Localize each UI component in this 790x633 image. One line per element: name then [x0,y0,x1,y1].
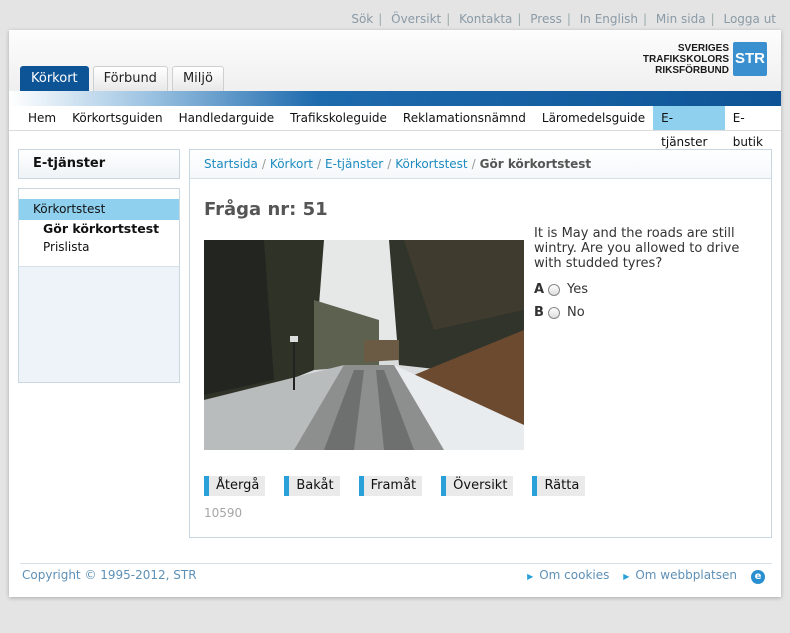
utility-link-search[interactable]: Sök [351,12,373,26]
breadcrumb-separator: / [261,157,266,171]
section-tabs: Körkort Förbund Miljö [20,66,228,91]
sidebar-item-gor-korkortstest[interactable]: Gör körkortstest [19,220,179,238]
question-code: 10590 [204,506,243,520]
str-logo[interactable]: SVERIGES TRAFIKSKOLORS RIKSFÖRBUND STR [643,42,767,76]
utility-nav: Sök | Översikt | Kontakta | Press | In Engli… [351,12,776,26]
main-content: Startsida / Körkort / E-tjänster / Körkortstes… [189,149,772,538]
road-photo [204,240,524,450]
nav-item-e-butik[interactable]: E-butik [725,106,781,149]
tab-forbund[interactable]: Förbund [92,66,168,91]
footer-links: ▶ Om cookies ▶ Om webbplatsen [517,568,737,582]
utility-link-my-page[interactable]: Min sida [656,12,706,26]
tab-miljo[interactable]: Miljö [171,66,224,91]
nav-item-handledarguide[interactable]: Handledarguide [171,106,283,130]
answer-option-b[interactable]: B No [534,305,585,320]
divider: | [643,12,648,26]
quiz-buttons: Återgå Bakåt Framåt Översikt Rätta [204,476,604,496]
tab-korkort[interactable]: Körkort [20,66,89,91]
answer-label: No [567,305,585,320]
nav-item-laromedelsguide[interactable]: Läromedelsguide [534,106,653,130]
sidebar-item-korkortstest[interactable]: Körkortstest [19,199,179,220]
overview-button[interactable]: Översikt [441,476,514,496]
brand-band [9,91,781,106]
arrow-right-icon: ▶ [527,572,534,581]
logo-line: SVERIGES [677,42,729,54]
answer-option-a[interactable]: A Yes [534,282,588,297]
radio-button[interactable] [548,283,560,296]
footer-link-about[interactable]: Om webbplatsen [635,568,737,582]
next-button[interactable]: Framåt [358,476,423,496]
utility-link-english[interactable]: In English [580,12,638,26]
browser-icon[interactable]: e [751,570,765,584]
arrow-right-icon: ▶ [623,572,630,581]
grade-button[interactable]: Rätta [532,476,586,496]
back-to-start-button[interactable]: Återgå [204,476,266,496]
answer-letter: A [534,282,545,297]
utility-link-logout[interactable]: Logga ut [723,12,776,26]
divider: | [566,12,571,26]
breadcrumb-separator: / [316,157,322,171]
logo-text: SVERIGES TRAFIKSKOLORS RIKSFÖRBUND [643,43,729,76]
breadcrumb-link[interactable]: Startsida [204,157,258,171]
nav-item-korkortsguiden[interactable]: Körkortsguiden [64,106,170,130]
question-text: It is May and the roads are still wintry… [534,226,740,271]
divider [20,563,772,564]
logo-line: TRAFIKSKOLORS [642,53,729,65]
breadcrumb-link[interactable]: E-tjänster [325,157,383,171]
sidebar: Körkortstest Gör körkortstest Prislista [18,188,180,383]
nav-item-reklamationsnamnd[interactable]: Reklamationsnämnd [395,106,534,130]
breadcrumb: Startsida / Körkort / E-tjänster / Körkortstes… [190,150,771,179]
nav-item-trafikskoleguide[interactable]: Trafikskoleguide [282,106,395,130]
footer-link-cookies[interactable]: Om cookies [539,568,609,582]
breadcrumb-current: Gör körkortstest [479,157,592,171]
breadcrumb-separator: / [387,157,392,171]
divider: | [378,12,383,26]
logo-line: RIKSFÖRBUND [655,64,729,76]
sidebar-item-prislista[interactable]: Prislista [19,238,179,256]
divider [9,130,781,131]
question-photo [204,240,524,450]
breadcrumb-link[interactable]: Körkort [270,157,313,171]
page-frame: Körkort Förbund Miljö SVERIGES TRAFIKSKO… [9,30,781,597]
question-number: Fråga nr: 51 [204,199,328,220]
nav-item-e-tjanster[interactable]: E-tjänster [653,106,725,149]
utility-link-press[interactable]: Press [530,12,562,26]
main-nav: Hem Körkortsguiden Handledarguide Trafik… [20,106,781,149]
sidebar-title: E-tjänster [18,149,180,179]
nav-item-hem[interactable]: Hem [20,106,64,130]
sidebar-menu: Körkortstest Gör körkortstest Prislista [19,189,179,267]
utility-link-contact[interactable]: Kontakta [459,12,512,26]
breadcrumb-separator: / [471,157,476,171]
divider: | [710,12,715,26]
divider: | [446,12,451,26]
breadcrumb-link[interactable]: Körkortstest [395,157,467,171]
copyright: Copyright © 1995-2012, STR [22,568,197,582]
answer-letter: B [534,305,544,320]
previous-button[interactable]: Bakåt [284,476,340,496]
utility-link-overview[interactable]: Översikt [391,12,441,26]
divider: | [517,12,522,26]
radio-button[interactable] [548,306,560,319]
answer-label: Yes [567,282,588,297]
logo-mark: STR [733,42,767,76]
